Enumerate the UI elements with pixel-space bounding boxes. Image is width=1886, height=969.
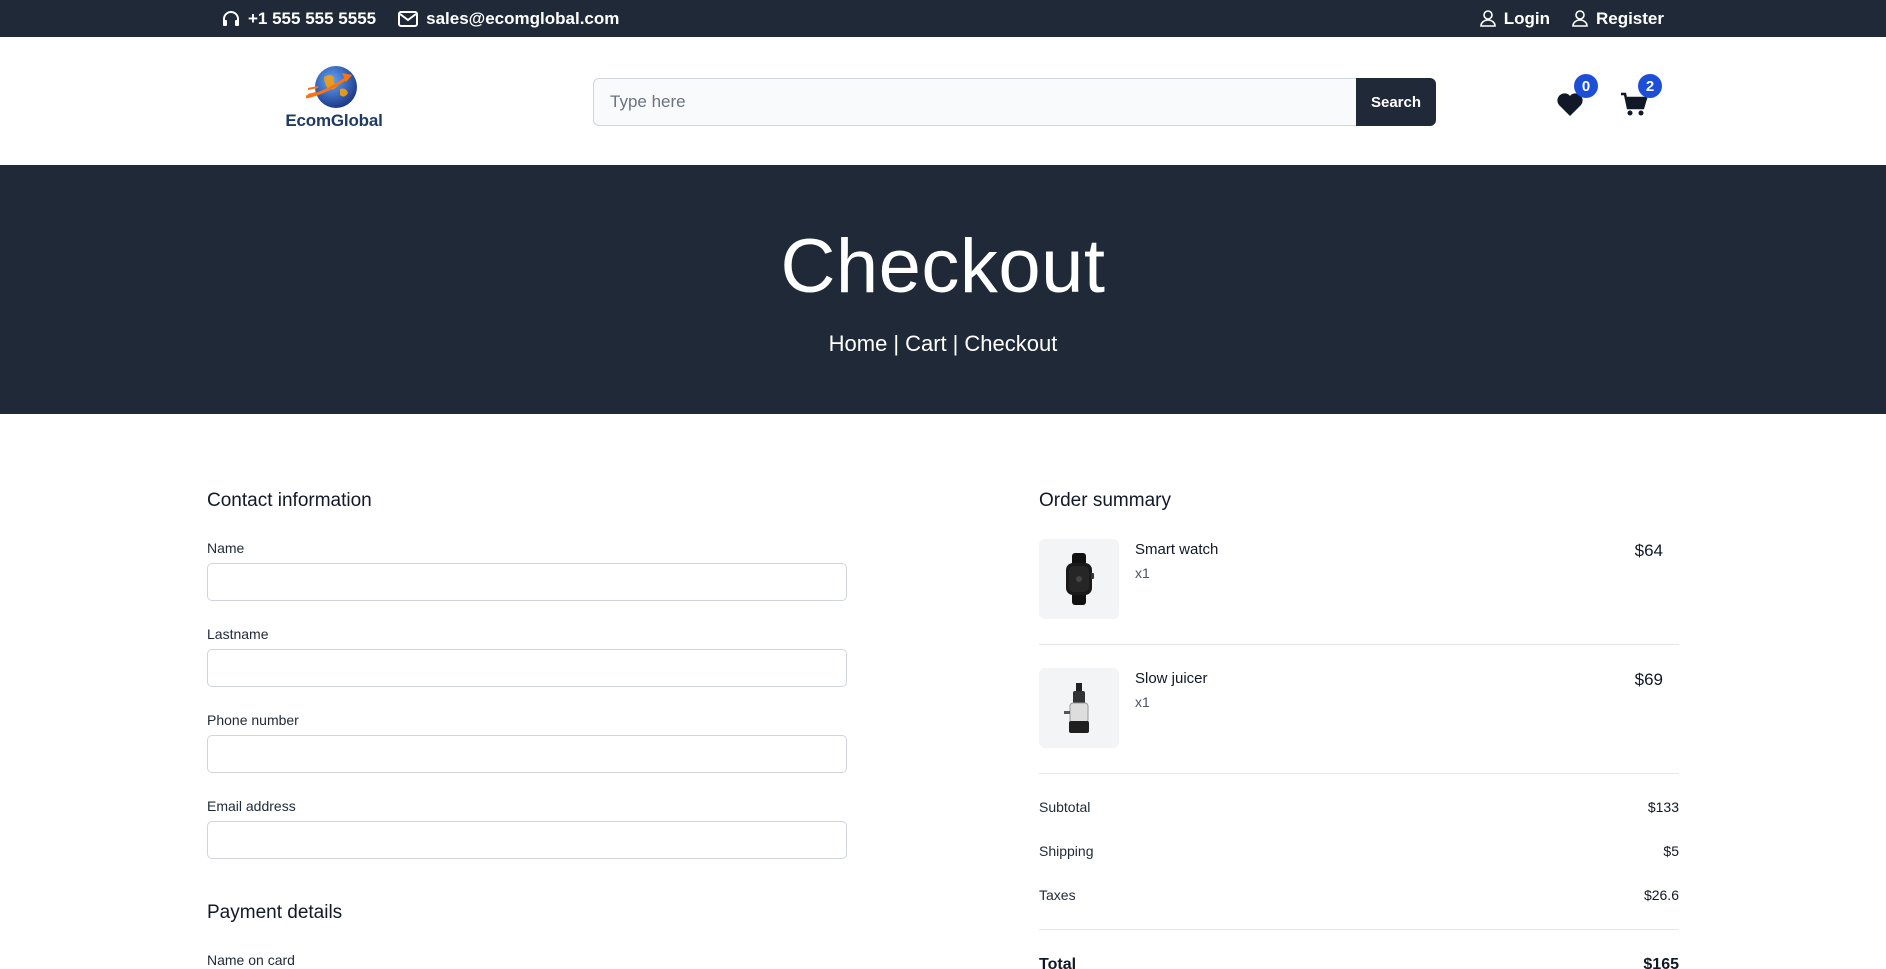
account-links: Login Register	[1479, 0, 1664, 37]
order-summary-title: Order summary	[1039, 490, 1171, 511]
shipping-value: $5	[1663, 843, 1679, 859]
search-input[interactable]	[593, 78, 1356, 126]
item-name: Smart watch	[1135, 541, 1219, 558]
subtotal-value: $133	[1647, 799, 1679, 815]
globe-logo-icon	[305, 66, 357, 108]
lastname-label: Lastname	[207, 626, 269, 642]
page-banner: Checkout Home | Cart | Checkout	[0, 165, 1886, 414]
breadcrumb-home[interactable]: Home	[829, 331, 888, 357]
taxes-row: Taxes $26.6	[1039, 887, 1679, 903]
phone-text: +1 555 555 5555	[248, 8, 377, 28]
breadcrumb-checkout: Checkout	[964, 331, 1058, 356]
juicer-icon	[1064, 683, 1089, 733]
checkout-form: Contact information Name Lastname Phone …	[207, 490, 847, 968]
user-icon	[1479, 10, 1496, 27]
search-button[interactable]: Search	[1356, 78, 1436, 126]
top-bar: +1 555 555 5555 sales@ecomglobal.com Log…	[0, 0, 1886, 37]
register-label: Register	[1595, 8, 1664, 28]
email-label: Email address	[207, 798, 296, 814]
name-field[interactable]	[207, 563, 847, 601]
item-price: $64	[1634, 541, 1663, 560]
item-name: Slow juicer	[1135, 670, 1208, 687]
email-link[interactable]: sales@ecomglobal.com	[398, 9, 619, 29]
breadcrumb-separator: |	[952, 331, 959, 356]
login-link[interactable]: Login	[1479, 8, 1550, 29]
phone-link[interactable]: +1 555 555 5555	[222, 9, 376, 29]
smartwatch-icon	[1066, 553, 1094, 605]
taxes-value: $26.6	[1643, 887, 1679, 903]
subtotal-label: Subtotal	[1039, 799, 1091, 815]
headset-icon	[223, 10, 239, 26]
shipping-label: Shipping	[1039, 843, 1094, 859]
site-logo[interactable]: EcomGlobal	[278, 65, 390, 135]
name-label: Name	[207, 540, 245, 556]
contact-section-title: Contact information	[207, 490, 372, 511]
order-summary: Order summary Smart watch x1 $64 Slow ju…	[1039, 490, 1679, 969]
phone-label: Phone number	[207, 712, 299, 728]
wishlist-button[interactable]: 0	[1554, 74, 1598, 125]
divider	[1039, 773, 1679, 774]
email-text: sales@ecomglobal.com	[426, 8, 620, 28]
total-row: Total $165	[1039, 956, 1679, 969]
main-header: EcomGlobal Search 0 2	[0, 37, 1886, 165]
cart-button[interactable]: 2	[1618, 74, 1662, 125]
contact-info: +1 555 555 5555 sales@ecomglobal.com	[222, 0, 619, 37]
taxes-label: Taxes	[1039, 887, 1076, 903]
cart-item: Slow juicer x1 $69	[1039, 668, 1679, 748]
lastname-field[interactable]	[207, 649, 847, 687]
payment-section-title: Payment details	[207, 902, 343, 923]
divider	[1039, 929, 1679, 930]
envelope-icon	[398, 10, 419, 27]
breadcrumb: Home | Cart | Checkout	[0, 331, 1886, 357]
item-quantity: x1	[1135, 565, 1150, 581]
name-on-card-label: Name on card	[207, 952, 295, 968]
search-bar: Search	[593, 78, 1436, 126]
item-price: $69	[1634, 670, 1663, 689]
register-link[interactable]: Register	[1572, 9, 1664, 29]
wishlist-count-badge: 0	[1574, 74, 1598, 98]
shipping-row: Shipping $5	[1039, 843, 1679, 859]
logo-text: EcomGlobal	[285, 111, 383, 130]
subtotal-row: Subtotal $133	[1039, 799, 1679, 815]
breadcrumb-separator: |	[893, 331, 900, 356]
product-image	[1039, 539, 1119, 619]
item-quantity: x1	[1135, 694, 1150, 710]
cart-count-badge: 2	[1638, 74, 1662, 98]
breadcrumb-cart[interactable]: Cart	[905, 331, 947, 357]
total-label: Total	[1039, 956, 1077, 969]
page-title: Checkout	[780, 224, 1106, 309]
phone-field[interactable]	[207, 735, 847, 773]
divider	[1039, 644, 1679, 645]
total-value: $165	[1643, 956, 1679, 969]
user-icon	[1572, 10, 1588, 27]
cart-item: Smart watch x1 $64	[1039, 539, 1679, 619]
product-image	[1039, 668, 1119, 748]
email-field[interactable]	[207, 821, 847, 859]
login-label: Login	[1503, 8, 1550, 28]
